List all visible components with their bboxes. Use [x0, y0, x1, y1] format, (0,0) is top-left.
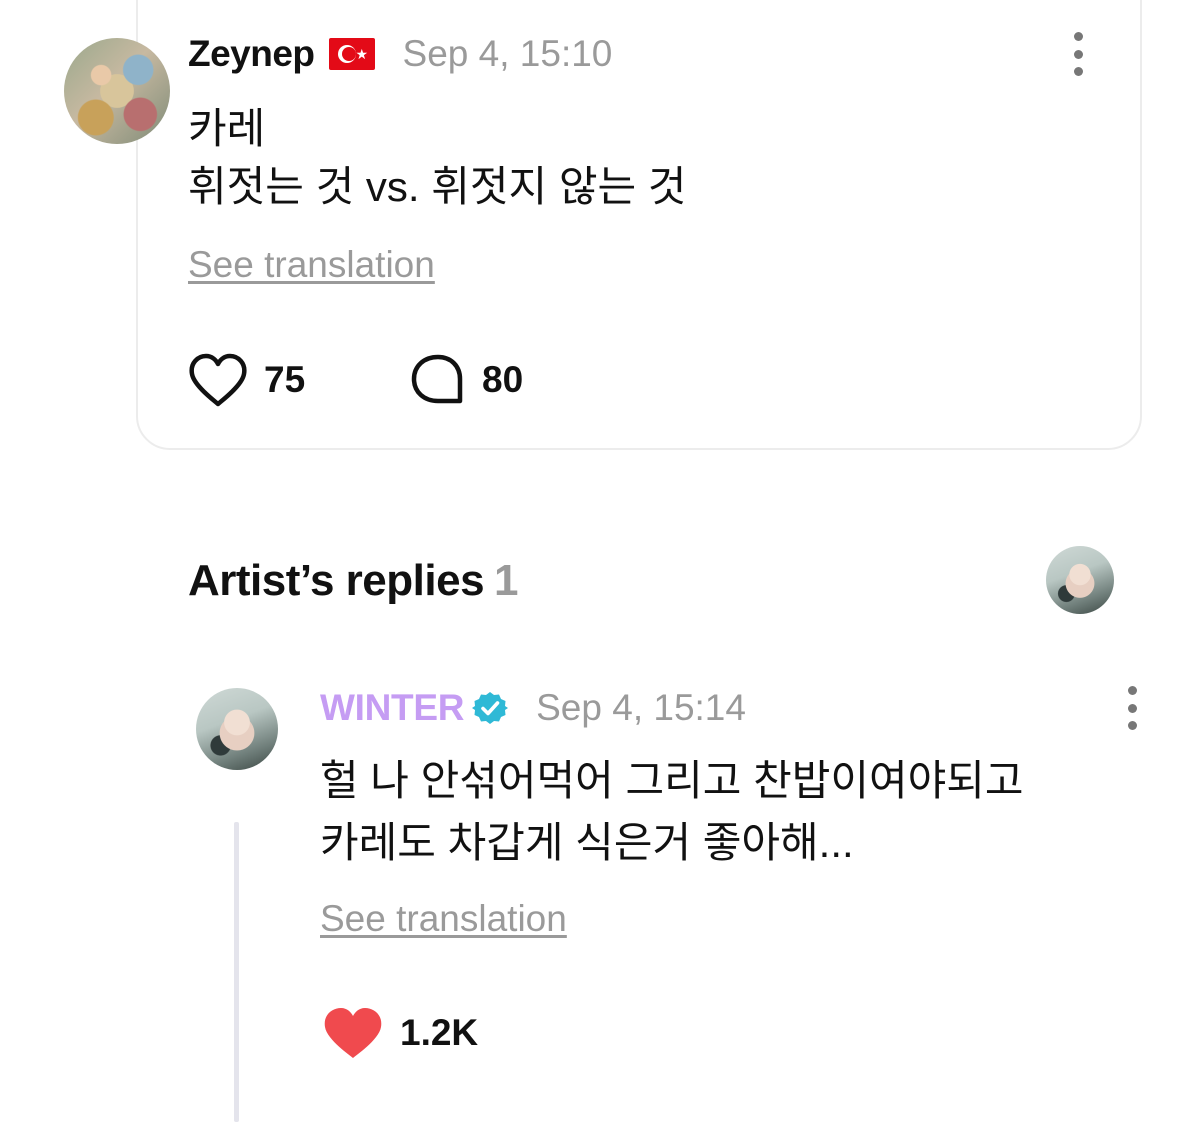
post-body-text: 카레 휘젓는 것 vs. 휘젓지 않는 것: [188, 105, 687, 210]
zeynep-avatar[interactable]: [64, 38, 170, 144]
turkey-flag-icon: ★: [328, 38, 375, 70]
reply-author-name[interactable]: WINTER: [320, 687, 464, 729]
reply-see-translation-link[interactable]: See translation: [320, 898, 567, 940]
reply-thread-line: [234, 822, 239, 1122]
post-timestamp: Sep 4, 15:10: [402, 33, 613, 74]
post-header: Zeynep ★ Sep 4, 15:10: [188, 30, 612, 78]
heart-outline-icon: [189, 353, 247, 407]
artist-replies-count: 1: [494, 556, 519, 605]
reply-like-count: 1.2K: [400, 1012, 479, 1053]
page: Zeynep ★ Sep 4, 15:10 카레 휘젓는 것 vs. 휘젓지 않…: [0, 0, 1200, 1122]
artist-replies-title: Artist’s replies: [188, 556, 485, 605]
post-comment-count: 80: [482, 359, 524, 400]
comment-bubble-icon: [411, 354, 463, 404]
post-see-translation-link[interactable]: See translation: [188, 244, 435, 286]
reply-header: WINTER Sep 4, 15:14: [320, 684, 746, 732]
post-more-options-icon[interactable]: [1068, 32, 1088, 76]
reply-timestamp: Sep 4, 15:14: [536, 687, 746, 728]
artist-avatar-small[interactable]: [1046, 546, 1114, 614]
artist-replies-header: Artist’s replies 1: [188, 556, 519, 606]
verified-badge-icon: [472, 692, 509, 724]
post-like-button[interactable]: 75: [188, 352, 305, 408]
post-comment-button[interactable]: 80: [410, 352, 523, 408]
reply-more-options-icon[interactable]: [1122, 686, 1142, 730]
winter-avatar[interactable]: [196, 688, 278, 770]
heart-filled-icon: [324, 1008, 382, 1058]
reply-like-button[interactable]: 1.2K: [322, 1004, 478, 1062]
post-author-name[interactable]: Zeynep: [188, 33, 315, 75]
reply-body-text: 헐 나 안섞어먹어 그리고 찬밥이여야되고 카레도 차갑게 식은거 좋아해...: [320, 757, 1024, 866]
post-like-count: 75: [264, 359, 306, 400]
